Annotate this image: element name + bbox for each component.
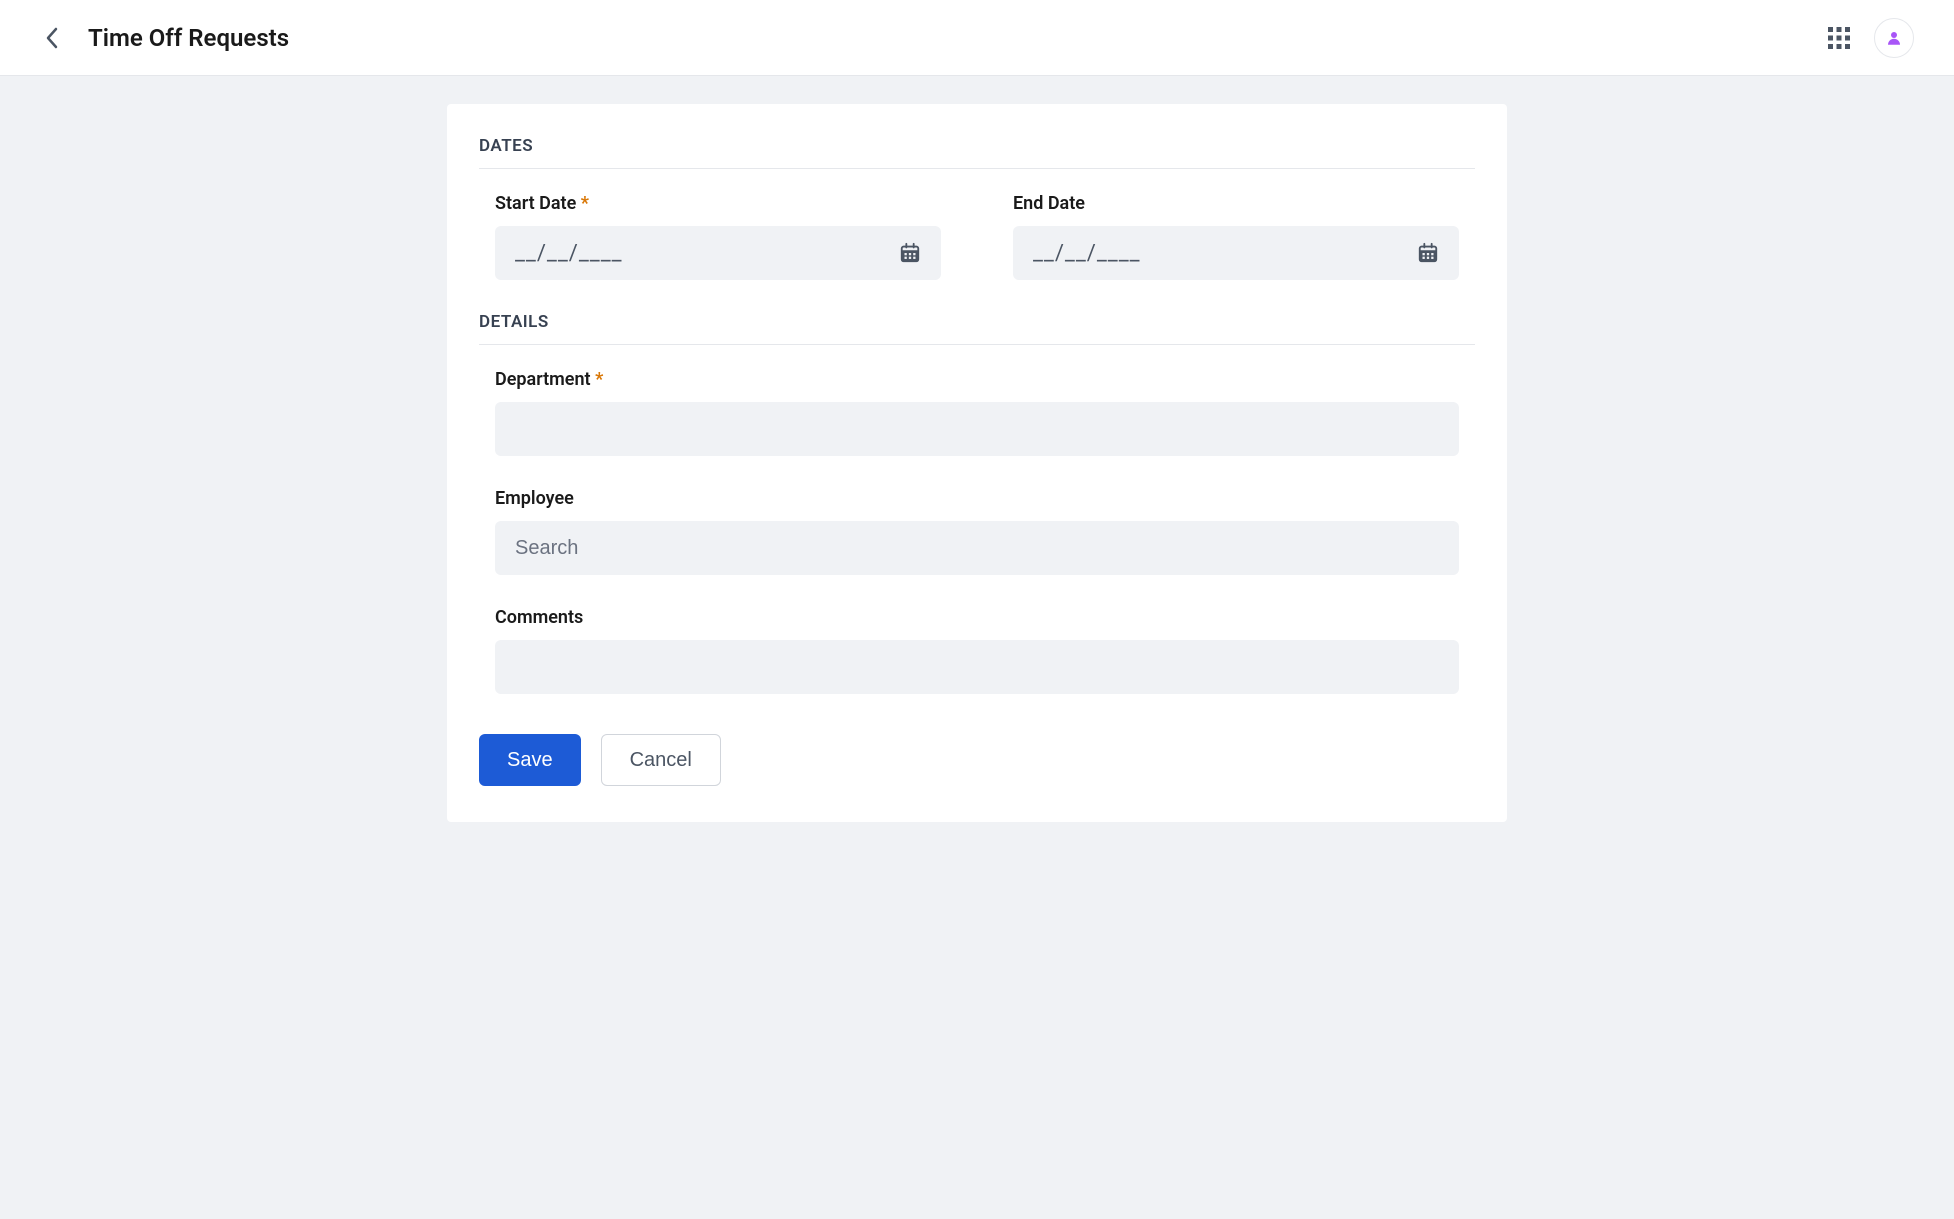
employee-input[interactable]: [495, 521, 1459, 575]
department-input[interactable]: [495, 402, 1459, 456]
save-button[interactable]: Save: [479, 734, 581, 786]
section-title-dates: DATES: [479, 136, 1475, 169]
department-required: *: [595, 369, 603, 390]
department-field: Department *: [479, 369, 1475, 456]
start-date-field: Start Date * __/__/____: [495, 193, 941, 280]
end-date-placeholder: __/__/____: [1033, 241, 1417, 266]
apps-button[interactable]: [1828, 27, 1850, 49]
calendar-icon[interactable]: [899, 242, 921, 264]
page-title: Time Off Requests: [88, 24, 289, 52]
start-date-label-text: Start Date: [495, 193, 576, 214]
end-date-label: End Date: [1013, 193, 1459, 214]
section-title-details: DETAILS: [479, 312, 1475, 345]
calendar-svg-icon: [899, 242, 921, 264]
start-date-required: *: [581, 193, 589, 214]
user-avatar[interactable]: [1874, 18, 1914, 58]
chevron-left-icon: [45, 27, 59, 49]
comments-field: Comments: [479, 607, 1475, 694]
start-date-placeholder: __/__/____: [515, 241, 899, 266]
header-left: Time Off Requests: [40, 24, 289, 52]
back-button[interactable]: [40, 26, 64, 50]
main-content: DATES Start Date * __/__/____: [427, 104, 1527, 822]
start-date-label: Start Date *: [495, 193, 941, 214]
button-row: Save Cancel: [479, 734, 1475, 786]
department-label: Department *: [495, 369, 1459, 390]
employee-field: Employee: [479, 488, 1475, 575]
employee-label: Employee: [495, 488, 1459, 509]
cancel-button[interactable]: Cancel: [601, 734, 721, 786]
department-label-text: Department: [495, 369, 591, 390]
user-icon: [1885, 29, 1903, 47]
comments-label: Comments: [495, 607, 1459, 628]
form-card: DATES Start Date * __/__/____: [447, 104, 1507, 822]
dates-row: Start Date * __/__/____: [479, 193, 1475, 280]
header-right: [1828, 18, 1914, 58]
end-date-input[interactable]: __/__/____: [1013, 226, 1459, 280]
apps-grid-icon: [1828, 27, 1850, 49]
comments-input[interactable]: [495, 640, 1459, 694]
page-header: Time Off Requests: [0, 0, 1954, 76]
calendar-icon[interactable]: [1417, 242, 1439, 264]
end-date-label-text: End Date: [1013, 193, 1085, 214]
end-date-field: End Date __/__/____: [1013, 193, 1459, 280]
calendar-svg-icon: [1417, 242, 1439, 264]
start-date-input[interactable]: __/__/____: [495, 226, 941, 280]
